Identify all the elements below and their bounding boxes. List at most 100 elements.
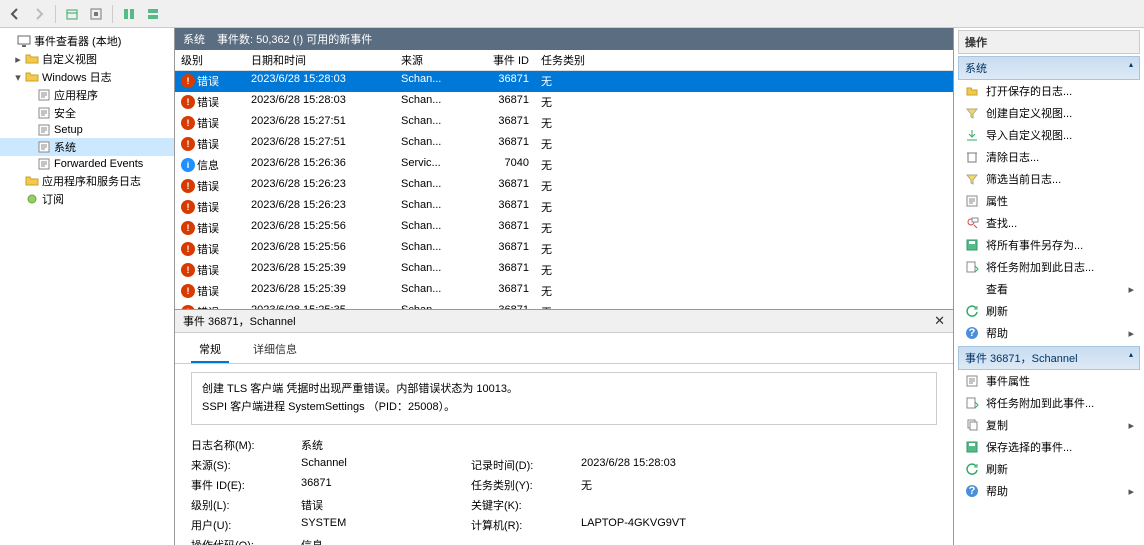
tab-details[interactable]: 详细信息: [245, 337, 305, 363]
nav-forward-button[interactable]: [28, 3, 50, 25]
tree-label: 系统: [54, 139, 76, 155]
action-item[interactable]: 创建自定义视图...: [958, 102, 1140, 124]
date-text: 2023/6/28 15:28:03: [245, 71, 395, 91]
action-item[interactable]: 将任务附加到此日志...: [958, 256, 1140, 278]
action-item[interactable]: ?帮助▸: [958, 322, 1140, 344]
source-text: Schan...: [395, 113, 475, 133]
event-row[interactable]: !错误 2023/6/28 15:26:23 Schan... 36871 无: [175, 197, 953, 218]
col-event-id[interactable]: 事件 ID: [475, 50, 535, 70]
event-row[interactable]: !错误 2023/6/28 15:25:56 Schan... 36871 无: [175, 239, 953, 260]
actions-section-event[interactable]: 事件 36871，Schannel: [958, 346, 1140, 370]
action-item[interactable]: 事件属性: [958, 370, 1140, 392]
actions-section-system[interactable]: 系统: [958, 56, 1140, 80]
date-text: 2023/6/28 15:25:56: [245, 239, 395, 259]
col-source[interactable]: 来源: [395, 50, 475, 70]
level-text: 错误: [197, 262, 219, 278]
tree-item[interactable]: ▸自定义视图: [0, 50, 174, 68]
log-icon: [36, 88, 52, 102]
task-text: 无: [535, 260, 595, 280]
event-row[interactable]: !错误 2023/6/28 15:28:03 Schan... 36871 无: [175, 71, 953, 92]
event-row[interactable]: !错误 2023/6/28 15:26:23 Schan... 36871 无: [175, 176, 953, 197]
event-row[interactable]: !错误 2023/6/28 15:25:56 Schan... 36871 无: [175, 218, 953, 239]
event-row[interactable]: !错误 2023/6/28 15:28:03 Schan... 36871 无: [175, 92, 953, 113]
tree-item[interactable]: 应用程序和服务日志: [0, 172, 174, 190]
toolbar: [0, 0, 1144, 28]
source-text: Schan...: [395, 92, 475, 112]
event-list[interactable]: 级别 日期和时间 来源 事件 ID 任务类别 !错误 2023/6/28 15:…: [175, 50, 953, 309]
task-icon: [964, 259, 980, 275]
action-item[interactable]: 打开保存的日志...: [958, 80, 1140, 102]
col-task[interactable]: 任务类别: [535, 50, 595, 70]
tree-item[interactable]: 应用程序: [0, 86, 174, 104]
event-row[interactable]: i信息 2023/6/28 15:26:36 Servic... 7040 无: [175, 155, 953, 176]
tree-item[interactable]: 系统: [0, 138, 174, 156]
nav-back-button[interactable]: [4, 3, 26, 25]
tab-general[interactable]: 常规: [191, 337, 229, 363]
source-text: Schan...: [395, 176, 475, 196]
event-row[interactable]: !错误 2023/6/28 15:27:51 Schan... 36871 无: [175, 134, 953, 155]
info-icon: i: [181, 158, 195, 172]
level-text: 错误: [197, 199, 219, 215]
action-item[interactable]: 查找...: [958, 212, 1140, 234]
date-text: 2023/6/28 15:25:39: [245, 260, 395, 280]
action-label: 将任务附加到此日志...: [986, 259, 1094, 275]
event-row[interactable]: !错误 2023/6/28 15:25:39 Schan... 36871 无: [175, 260, 953, 281]
source-text: Schan...: [395, 197, 475, 217]
action-item[interactable]: 查看▸: [958, 278, 1140, 300]
toolbar-icon[interactable]: [142, 3, 164, 25]
tree-item[interactable]: ▾Windows 日志: [0, 68, 174, 86]
source-text: Schan...: [395, 260, 475, 280]
props-icon: [964, 193, 980, 209]
action-label: 创建自定义视图...: [986, 105, 1072, 121]
task-text: 无: [535, 239, 595, 259]
action-item[interactable]: 复制▸: [958, 414, 1140, 436]
date-text: 2023/6/28 15:27:51: [245, 134, 395, 154]
col-date[interactable]: 日期和时间: [245, 50, 395, 70]
action-label: 刷新: [986, 303, 1008, 319]
toolbar-icon[interactable]: [118, 3, 140, 25]
help-icon: ?: [964, 325, 980, 341]
level-text: 错误: [197, 220, 219, 236]
action-item[interactable]: 清除日志...: [958, 146, 1140, 168]
action-item[interactable]: 属性: [958, 190, 1140, 212]
action-label: 将任务附加到此事件...: [986, 395, 1094, 411]
action-label: 查看: [986, 281, 1008, 297]
tree-pane: 事件查看器 (本地) ▸自定义视图▾Windows 日志应用程序安全Setup系…: [0, 28, 175, 545]
center-pane: 系统 事件数: 50,362 (!) 可用的新事件 级别 日期和时间 来源 事件…: [175, 28, 954, 545]
folder-icon: [24, 174, 40, 188]
action-label: 导入自定义视图...: [986, 127, 1072, 143]
level-text: 错误: [197, 115, 219, 131]
tree-item[interactable]: 订阅: [0, 190, 174, 208]
task-text: 无: [535, 155, 595, 175]
tree-item[interactable]: 安全: [0, 104, 174, 122]
action-item[interactable]: 筛选当前日志...: [958, 168, 1140, 190]
action-item[interactable]: ?帮助▸: [958, 480, 1140, 502]
tree-root[interactable]: 事件查看器 (本地): [0, 32, 174, 50]
actions-title: 操作: [958, 30, 1140, 54]
id-text: 36871: [475, 218, 535, 238]
event-row[interactable]: !错误 2023/6/28 15:25:35 Schan... 36871 无: [175, 302, 953, 309]
tree-item[interactable]: Forwarded Events: [0, 156, 174, 172]
error-icon: !: [181, 116, 195, 130]
tree-item[interactable]: Setup: [0, 122, 174, 138]
action-item[interactable]: 保存选择的事件...: [958, 436, 1140, 458]
action-item[interactable]: 将任务附加到此事件...: [958, 392, 1140, 414]
list-header-bar: 系统 事件数: 50,362 (!) 可用的新事件: [175, 28, 953, 50]
task-text: 无: [535, 113, 595, 133]
action-item[interactable]: 导入自定义视图...: [958, 124, 1140, 146]
refresh-icon: [964, 461, 980, 477]
close-icon[interactable]: ✕: [934, 313, 945, 329]
action-item[interactable]: 刷新: [958, 300, 1140, 322]
action-item[interactable]: 将所有事件另存为...: [958, 234, 1140, 256]
col-level[interactable]: 级别: [175, 50, 245, 70]
svg-text:?: ?: [969, 327, 976, 339]
toolbar-icon[interactable]: [61, 3, 83, 25]
tree-label: 事件查看器 (本地): [34, 33, 121, 49]
error-icon: !: [181, 137, 195, 151]
action-label: 筛选当前日志...: [986, 171, 1061, 187]
event-row[interactable]: !错误 2023/6/28 15:27:51 Schan... 36871 无: [175, 113, 953, 134]
event-row[interactable]: !错误 2023/6/28 15:25:39 Schan... 36871 无: [175, 281, 953, 302]
action-label: 将所有事件另存为...: [986, 237, 1083, 253]
toolbar-icon[interactable]: [85, 3, 107, 25]
action-item[interactable]: 刷新: [958, 458, 1140, 480]
